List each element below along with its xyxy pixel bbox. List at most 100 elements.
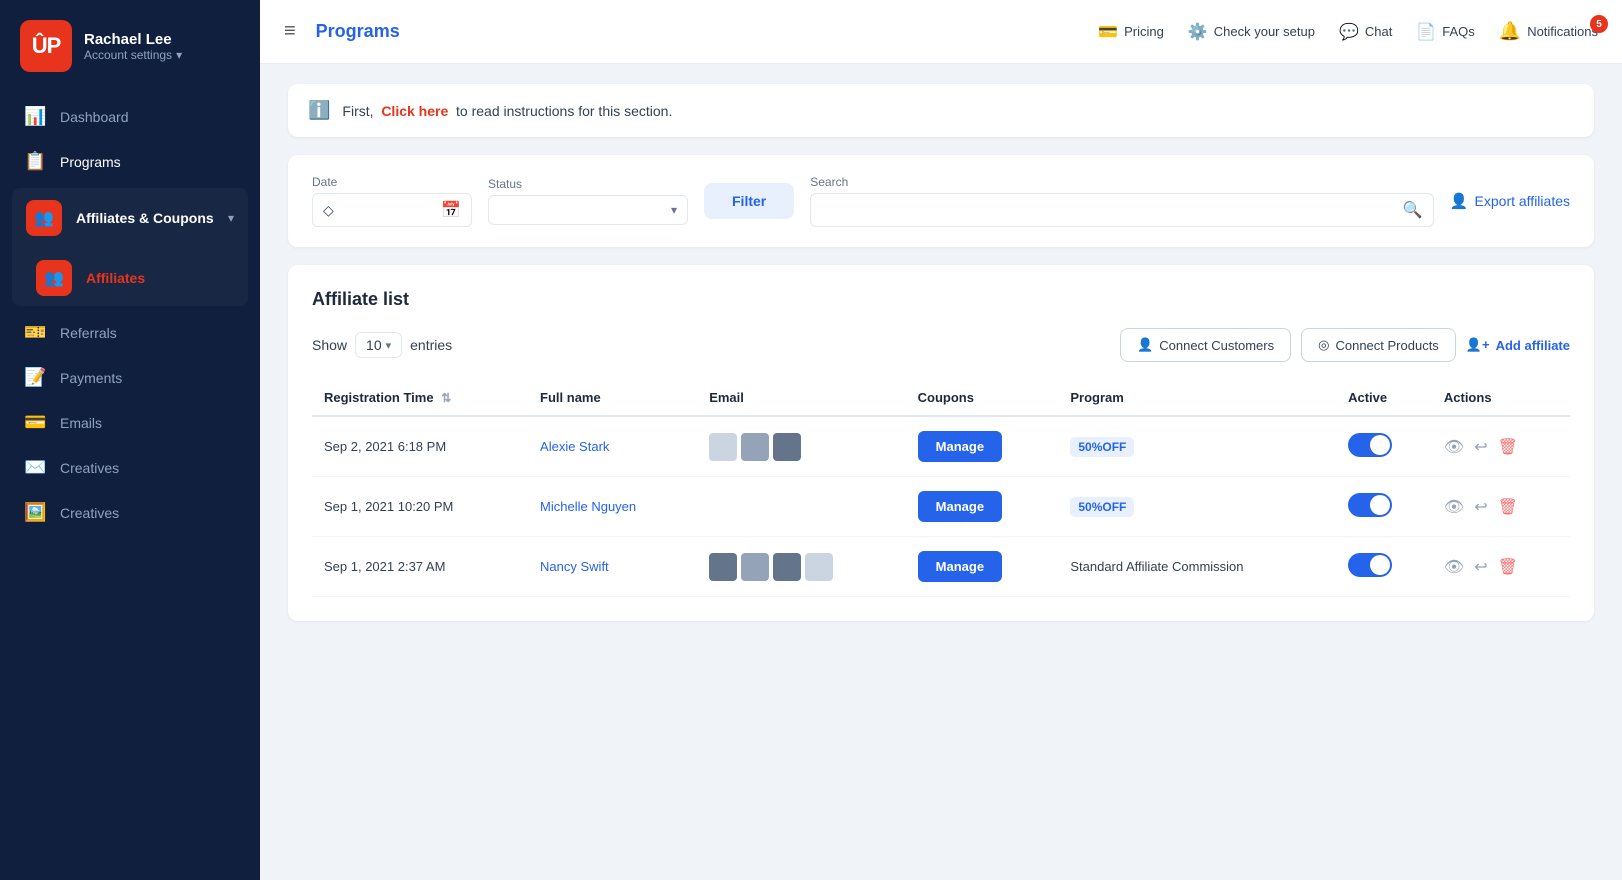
status-value (499, 202, 663, 218)
sidebar-item-coupons[interactable]: 🎫 Referrals (0, 310, 260, 355)
active-toggle[interactable] (1348, 433, 1392, 457)
affiliate-name-link[interactable]: Nancy Swift (540, 559, 609, 574)
sidebar-item-emails[interactable]: ✉️ Creatives (0, 445, 260, 490)
status-label: Status (488, 177, 688, 191)
sidebar-item-payments[interactable]: 💳 Emails (0, 400, 260, 445)
view-icon[interactable]: 👁 (1444, 437, 1464, 457)
cell-email (697, 416, 905, 477)
affiliate-name-link[interactable]: Michelle Nguyen (540, 499, 636, 514)
cell-active (1336, 537, 1432, 597)
manage-coupon-button[interactable]: Manage (918, 431, 1002, 462)
coupon-badge: 50%OFF (1070, 437, 1134, 457)
programs-icon: 📋 (24, 151, 46, 172)
payments-icon: 💳 (24, 412, 46, 433)
connect-products-button[interactable]: ◎ Connect Products (1301, 328, 1456, 362)
sidebar-item-referrals[interactable]: 📝 Payments (0, 355, 260, 400)
export-affiliates-button[interactable]: 👤 Export affiliates (1450, 186, 1570, 216)
cell-registration-time: Sep 1, 2021 2:37 AM (312, 537, 528, 597)
affiliates-coupons-icon: 👥 (26, 200, 62, 236)
connect-products-icon: ◎ (1318, 337, 1329, 353)
col-email: Email (697, 380, 905, 416)
info-icon: ℹ️ (308, 100, 330, 121)
email-placeholder (709, 553, 893, 581)
check-setup-action[interactable]: ⚙️ Check your setup (1188, 22, 1315, 42)
hamburger-button[interactable]: ≡ (284, 20, 296, 43)
list-actions: 👤 Connect Customers ◎ Connect Products 👤… (1120, 328, 1570, 362)
affiliate-name-link[interactable]: Alexie Stark (540, 439, 609, 454)
sidebar-item-dashboard[interactable]: 📊 Dashboard (0, 94, 260, 139)
date-input[interactable]: ◇ 📅 (312, 193, 472, 227)
cell-program: Standard Affiliate Commission (1058, 537, 1336, 597)
section-title: Affiliate list (312, 289, 1570, 310)
edit-icon[interactable]: ↩ (1474, 557, 1487, 577)
active-toggle[interactable] (1348, 493, 1392, 517)
notifications-badge: 5 (1590, 15, 1608, 33)
table-row: Sep 1, 2021 10:20 PMMichelle NguyenManag… (312, 477, 1570, 537)
emails-icon: ✉️ (24, 457, 46, 478)
email-placeholder (709, 433, 893, 461)
sidebar-item-creatives[interactable]: 🖼️ Creatives (0, 490, 260, 535)
search-group: Search 🔍 (810, 175, 1434, 227)
sidebar-item-affiliates[interactable]: 👥 Affiliates (16, 250, 244, 306)
status-filter-group: Status ▾ (488, 177, 688, 225)
delete-icon[interactable]: 🗑 (1498, 497, 1518, 517)
view-icon[interactable]: 👁 (1444, 497, 1464, 517)
faqs-icon: 📄 (1416, 22, 1436, 42)
chevron-down-icon: ▾ (671, 203, 677, 217)
affiliates-table: Registration Time ⇅ Full name Email Coup… (312, 380, 1570, 597)
faqs-action[interactable]: 📄 FAQs (1416, 22, 1474, 42)
cell-actions: 👁 ↩ 🗑 (1432, 537, 1570, 597)
affiliates-coupons-label: Affiliates & Coupons (76, 210, 214, 226)
notifications-action[interactable]: 🔔 5 Notifications (1499, 21, 1598, 42)
search-input[interactable] (821, 202, 1395, 218)
page-title: Programs (316, 21, 1087, 42)
delete-icon[interactable]: 🗑 (1498, 437, 1518, 457)
sidebar-item-programs[interactable]: 📋 Programs (0, 139, 260, 184)
date-label: Date (312, 175, 472, 189)
affiliates-sub-label: Affiliates (86, 270, 145, 286)
cell-actions: 👁 ↩ 🗑 (1432, 416, 1570, 477)
affiliates-sub-icon: 👥 (36, 260, 72, 296)
pricing-icon: 💳 (1098, 22, 1118, 42)
cell-program: 50%OFF (1058, 416, 1336, 477)
filter-bar: Date ◇ 📅 Status ▾ Filter Search 🔍 (288, 155, 1594, 247)
date-value: ◇ (323, 202, 433, 219)
sidebar-logo-area: ÛP Rachael Lee Account settings ▾ (0, 0, 260, 84)
creatives-icon: 🖼️ (24, 502, 46, 523)
active-toggle[interactable] (1348, 553, 1392, 577)
manage-coupon-button[interactable]: Manage (918, 491, 1002, 522)
pricing-action[interactable]: 💳 Pricing (1098, 22, 1164, 42)
col-registration-time[interactable]: Registration Time ⇅ (312, 380, 528, 416)
chat-action[interactable]: 💬 Chat (1339, 22, 1392, 42)
logo: ÛP (20, 20, 72, 72)
cell-full-name: Alexie Stark (528, 416, 697, 477)
info-banner: ℹ️ First, Click here to read instruction… (288, 84, 1594, 137)
sort-icon: ⇅ (441, 391, 451, 405)
cell-coupons: Manage (906, 477, 1059, 537)
export-icon: 👤 (1450, 192, 1469, 210)
view-icon[interactable]: 👁 (1444, 557, 1464, 577)
col-actions: Actions (1432, 380, 1570, 416)
entries-label: entries (410, 337, 452, 353)
cell-coupons: Manage (906, 416, 1059, 477)
cell-email (697, 537, 905, 597)
cell-full-name: Nancy Swift (528, 537, 697, 597)
table-row: Sep 1, 2021 2:37 AM Nancy Swift Manage Stan… (312, 537, 1570, 597)
edit-icon[interactable]: ↩ (1474, 497, 1487, 517)
col-full-name: Full name (528, 380, 697, 416)
account-settings-link[interactable]: Account settings ▾ (84, 48, 182, 62)
delete-icon[interactable]: 🗑 (1498, 557, 1518, 577)
cell-active (1336, 477, 1432, 537)
coupon-badge: 50%OFF (1070, 497, 1134, 517)
affiliates-coupons-parent[interactable]: 👥 Affiliates & Coupons ▾ (12, 188, 248, 248)
manage-coupon-button[interactable]: Manage (918, 551, 1002, 582)
add-affiliate-button[interactable]: 👤+ Add affiliate (1466, 328, 1570, 362)
entries-select[interactable]: 10 ▾ (355, 332, 402, 358)
status-select[interactable]: ▾ (488, 195, 688, 225)
edit-icon[interactable]: ↩ (1474, 437, 1487, 457)
click-here-link[interactable]: Click here (381, 103, 448, 119)
connect-customers-button[interactable]: 👤 Connect Customers (1120, 328, 1291, 362)
filter-button[interactable]: Filter (704, 183, 794, 219)
sidebar-nav: 📊 Dashboard 📋 Programs 👥 Affiliates & Co… (0, 94, 260, 535)
user-info: Rachael Lee Account settings ▾ (84, 31, 182, 62)
